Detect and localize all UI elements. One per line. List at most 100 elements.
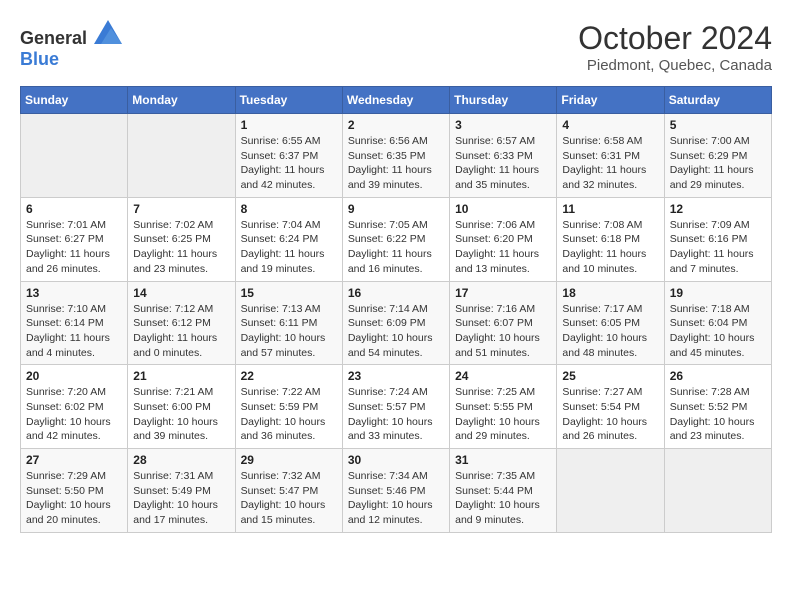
location-title: Piedmont, Quebec, Canada bbox=[578, 57, 772, 74]
day-info: Sunrise: 7:06 AMSunset: 6:20 PMDaylight:… bbox=[455, 218, 551, 277]
weekday-header-row: SundayMondayTuesdayWednesdayThursdayFrid… bbox=[21, 87, 772, 114]
logo: General Blue bbox=[20, 20, 122, 70]
logo-text: General Blue bbox=[20, 20, 122, 70]
calendar-cell: 7 Sunrise: 7:02 AMSunset: 6:25 PMDaylight… bbox=[128, 197, 235, 281]
calendar-cell: 20Sunrise: 7:20 AMSunset: 6:02 PMDayligh… bbox=[21, 365, 128, 449]
day-number: 29 bbox=[241, 453, 337, 467]
calendar-cell: 30 Sunrise: 7:34 AMSunset: 5:46 PMDayligh… bbox=[342, 449, 449, 533]
calendar-cell: 29 Sunrise: 7:32 AMSunset: 5:47 PMDayligh… bbox=[235, 449, 342, 533]
day-number: 16 bbox=[348, 286, 444, 300]
calendar-cell bbox=[21, 114, 128, 198]
title-section: October 2024 Piedmont, Quebec, Canada bbox=[578, 20, 772, 74]
page-header: General Blue October 2024 Piedmont, Queb… bbox=[20, 20, 772, 74]
calendar-cell: 17 Sunrise: 7:16 AMSunset: 6:07 PMDayligh… bbox=[450, 281, 557, 365]
day-info: Sunrise: 7:01 AMSunset: 6:27 PMDaylight:… bbox=[26, 218, 122, 277]
calendar-cell: 5 Sunrise: 7:00 AMSunset: 6:29 PMDaylight… bbox=[664, 114, 771, 198]
calendar-cell bbox=[128, 114, 235, 198]
calendar-cell: 6 Sunrise: 7:01 AMSunset: 6:27 PMDaylight… bbox=[21, 197, 128, 281]
calendar-cell: 27 Sunrise: 7:29 AMSunset: 5:50 PMDayligh… bbox=[21, 449, 128, 533]
day-info: Sunrise: 7:34 AMSunset: 5:46 PMDaylight:… bbox=[348, 469, 444, 528]
day-info: Sunrise: 7:22 AMSunset: 5:59 PMDaylight:… bbox=[241, 385, 337, 444]
day-info: Sunrise: 6:57 AMSunset: 6:33 PMDaylight:… bbox=[455, 134, 551, 193]
day-info: Sunrise: 7:08 AMSunset: 6:18 PMDaylight:… bbox=[562, 218, 658, 277]
day-info: Sunrise: 6:56 AMSunset: 6:35 PMDaylight:… bbox=[348, 134, 444, 193]
month-title: October 2024 bbox=[578, 20, 772, 57]
day-number: 14 bbox=[133, 286, 229, 300]
calendar-cell: 14 Sunrise: 7:12 AMSunset: 6:12 PMDayligh… bbox=[128, 281, 235, 365]
calendar-cell: 15 Sunrise: 7:13 AMSunset: 6:11 PMDayligh… bbox=[235, 281, 342, 365]
day-info: Sunrise: 7:29 AMSunset: 5:50 PMDaylight:… bbox=[26, 469, 122, 528]
calendar-cell: 21 Sunrise: 7:21 AMSunset: 6:00 PMDayligh… bbox=[128, 365, 235, 449]
weekday-header-friday: Friday bbox=[557, 87, 664, 114]
calendar-cell: 9 Sunrise: 7:05 AMSunset: 6:22 PMDaylight… bbox=[342, 197, 449, 281]
day-number: 24 bbox=[455, 369, 551, 383]
calendar-cell: 2 Sunrise: 6:56 AMSunset: 6:35 PMDaylight… bbox=[342, 114, 449, 198]
day-info: Sunrise: 7:25 AMSunset: 5:55 PMDaylight:… bbox=[455, 385, 551, 444]
calendar-table: SundayMondayTuesdayWednesdayThursdayFrid… bbox=[20, 86, 772, 533]
day-number: 27 bbox=[26, 453, 122, 467]
calendar-cell: 31Sunrise: 7:35 AMSunset: 5:44 PMDayligh… bbox=[450, 449, 557, 533]
day-number: 10 bbox=[455, 202, 551, 216]
day-info: Sunrise: 7:27 AMSunset: 5:54 PMDaylight:… bbox=[562, 385, 658, 444]
calendar-cell: 25 Sunrise: 7:27 AMSunset: 5:54 PMDayligh… bbox=[557, 365, 664, 449]
day-info: Sunrise: 7:28 AMSunset: 5:52 PMDaylight:… bbox=[670, 385, 766, 444]
day-number: 15 bbox=[241, 286, 337, 300]
day-info: Sunrise: 7:13 AMSunset: 6:11 PMDaylight:… bbox=[241, 302, 337, 361]
day-info: Sunrise: 7:00 AMSunset: 6:29 PMDaylight:… bbox=[670, 134, 766, 193]
day-number: 11 bbox=[562, 202, 658, 216]
day-info: Sunrise: 7:35 AMSunset: 5:44 PMDaylight:… bbox=[455, 469, 551, 528]
weekday-header-sunday: Sunday bbox=[21, 87, 128, 114]
calendar-week-row: 20Sunrise: 7:20 AMSunset: 6:02 PMDayligh… bbox=[21, 365, 772, 449]
weekday-header-thursday: Thursday bbox=[450, 87, 557, 114]
calendar-cell: 19 Sunrise: 7:18 AMSunset: 6:04 PMDayligh… bbox=[664, 281, 771, 365]
day-info: Sunrise: 7:31 AMSunset: 5:49 PMDaylight:… bbox=[133, 469, 229, 528]
day-number: 7 bbox=[133, 202, 229, 216]
day-info: Sunrise: 7:09 AMSunset: 6:16 PMDaylight:… bbox=[670, 218, 766, 277]
calendar-cell: 10 Sunrise: 7:06 AMSunset: 6:20 PMDayligh… bbox=[450, 197, 557, 281]
weekday-header-wednesday: Wednesday bbox=[342, 87, 449, 114]
day-number: 23 bbox=[348, 369, 444, 383]
day-info: Sunrise: 6:55 AMSunset: 6:37 PMDaylight:… bbox=[241, 134, 337, 193]
day-number: 9 bbox=[348, 202, 444, 216]
day-info: Sunrise: 7:24 AMSunset: 5:57 PMDaylight:… bbox=[348, 385, 444, 444]
day-number: 5 bbox=[670, 118, 766, 132]
day-number: 25 bbox=[562, 369, 658, 383]
weekday-header-monday: Monday bbox=[128, 87, 235, 114]
day-number: 28 bbox=[133, 453, 229, 467]
weekday-header-tuesday: Tuesday bbox=[235, 87, 342, 114]
calendar-cell: 16 Sunrise: 7:14 AMSunset: 6:09 PMDayligh… bbox=[342, 281, 449, 365]
day-number: 19 bbox=[670, 286, 766, 300]
day-number: 18 bbox=[562, 286, 658, 300]
calendar-cell: 3Sunrise: 6:57 AMSunset: 6:33 PMDaylight… bbox=[450, 114, 557, 198]
calendar-cell: 1Sunrise: 6:55 AMSunset: 6:37 PMDaylight… bbox=[235, 114, 342, 198]
day-info: Sunrise: 7:32 AMSunset: 5:47 PMDaylight:… bbox=[241, 469, 337, 528]
calendar-cell: 12 Sunrise: 7:09 AMSunset: 6:16 PMDayligh… bbox=[664, 197, 771, 281]
day-info: Sunrise: 7:05 AMSunset: 6:22 PMDaylight:… bbox=[348, 218, 444, 277]
day-info: Sunrise: 7:10 AMSunset: 6:14 PMDaylight:… bbox=[26, 302, 122, 361]
calendar-cell: 4Sunrise: 6:58 AMSunset: 6:31 PMDaylight… bbox=[557, 114, 664, 198]
calendar-cell: 28 Sunrise: 7:31 AMSunset: 5:49 PMDayligh… bbox=[128, 449, 235, 533]
day-number: 22 bbox=[241, 369, 337, 383]
day-number: 17 bbox=[455, 286, 551, 300]
day-info: Sunrise: 7:16 AMSunset: 6:07 PMDaylight:… bbox=[455, 302, 551, 361]
calendar-cell: 13 Sunrise: 7:10 AMSunset: 6:14 PMDayligh… bbox=[21, 281, 128, 365]
calendar-cell bbox=[664, 449, 771, 533]
calendar-week-row: 13 Sunrise: 7:10 AMSunset: 6:14 PMDayligh… bbox=[21, 281, 772, 365]
calendar-cell: 22 Sunrise: 7:22 AMSunset: 5:59 PMDayligh… bbox=[235, 365, 342, 449]
calendar-cell bbox=[557, 449, 664, 533]
day-info: Sunrise: 7:17 AMSunset: 6:05 PMDaylight:… bbox=[562, 302, 658, 361]
calendar-cell: 8Sunrise: 7:04 AMSunset: 6:24 PMDaylight… bbox=[235, 197, 342, 281]
day-number: 12 bbox=[670, 202, 766, 216]
day-number: 21 bbox=[133, 369, 229, 383]
day-info: Sunrise: 7:18 AMSunset: 6:04 PMDaylight:… bbox=[670, 302, 766, 361]
day-number: 2 bbox=[348, 118, 444, 132]
day-number: 13 bbox=[26, 286, 122, 300]
day-info: Sunrise: 7:21 AMSunset: 6:00 PMDaylight:… bbox=[133, 385, 229, 444]
day-number: 30 bbox=[348, 453, 444, 467]
day-number: 6 bbox=[26, 202, 122, 216]
day-info: Sunrise: 7:12 AMSunset: 6:12 PMDaylight:… bbox=[133, 302, 229, 361]
day-number: 8 bbox=[241, 202, 337, 216]
day-info: Sunrise: 7:14 AMSunset: 6:09 PMDaylight:… bbox=[348, 302, 444, 361]
day-info: Sunrise: 7:02 AMSunset: 6:25 PMDaylight:… bbox=[133, 218, 229, 277]
day-number: 26 bbox=[670, 369, 766, 383]
